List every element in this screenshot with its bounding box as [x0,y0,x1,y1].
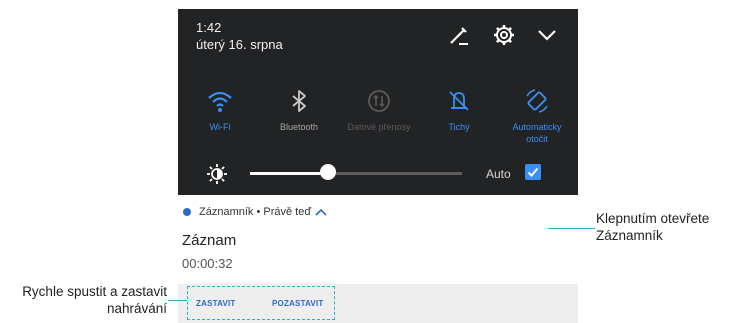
auto-brightness-label: Auto [486,167,511,181]
notification-header[interactable]: Záznamník • Právě teď [183,206,327,218]
silent-icon [449,91,469,111]
toggle-wifi-label: Wi-Fi [209,122,231,132]
mobile-data-icon [368,90,390,112]
brightness-slider[interactable] [250,172,462,175]
chevron-up-icon[interactable] [315,208,327,216]
gear-icon[interactable] [492,23,516,47]
brightness-icon [207,164,227,184]
bluetooth-icon [292,90,306,112]
toggle-wifi[interactable]: Wi-Fi [185,88,255,133]
brightness-slider-fill [250,172,329,175]
callout-line-left [168,300,187,301]
brightness-slider-thumb[interactable] [320,164,337,180]
notification-shade: 1:42 úterý 16. srpna Wi-Fi Bluetooth Dat… [178,9,578,195]
chevron-down-icon[interactable] [535,23,559,47]
callout-start-stop: Rychle spustit a zastavit nahrávání [22,284,167,316]
notification-title[interactable]: Záznam [182,232,236,249]
notification-timer: 00:00:32 [182,256,233,271]
toggle-bluetooth-label: Bluetooth [279,122,319,132]
toggle-bluetooth[interactable]: Bluetooth [264,88,334,133]
toggle-auto-rotate-label: Automaticky otočit [512,122,562,144]
callout-open-recorder: Klepnutím otevřete Záznamník [596,211,710,243]
wifi-icon [208,91,232,112]
auto-rotate-icon [526,89,548,113]
toggle-silent-label: Tichý [448,122,470,132]
toggle-auto-rotate[interactable]: Automaticky otočit [502,88,572,145]
toggle-mobile-data-label: Datové přenosy [347,122,411,132]
auto-brightness-checkbox[interactable] [525,164,541,180]
status-date: úterý 16. srpna [196,37,283,52]
toggle-mobile-data[interactable]: Datové přenosy [344,88,414,133]
toggle-silent[interactable]: Tichý [424,88,494,133]
actions-highlight [187,286,335,320]
callout-line-right [548,228,595,229]
status-time: 1:42 [196,20,222,35]
edit-icon[interactable] [447,23,471,47]
notification-app-line: Záznamník • Právě teď [199,206,312,218]
app-dot [183,208,191,216]
